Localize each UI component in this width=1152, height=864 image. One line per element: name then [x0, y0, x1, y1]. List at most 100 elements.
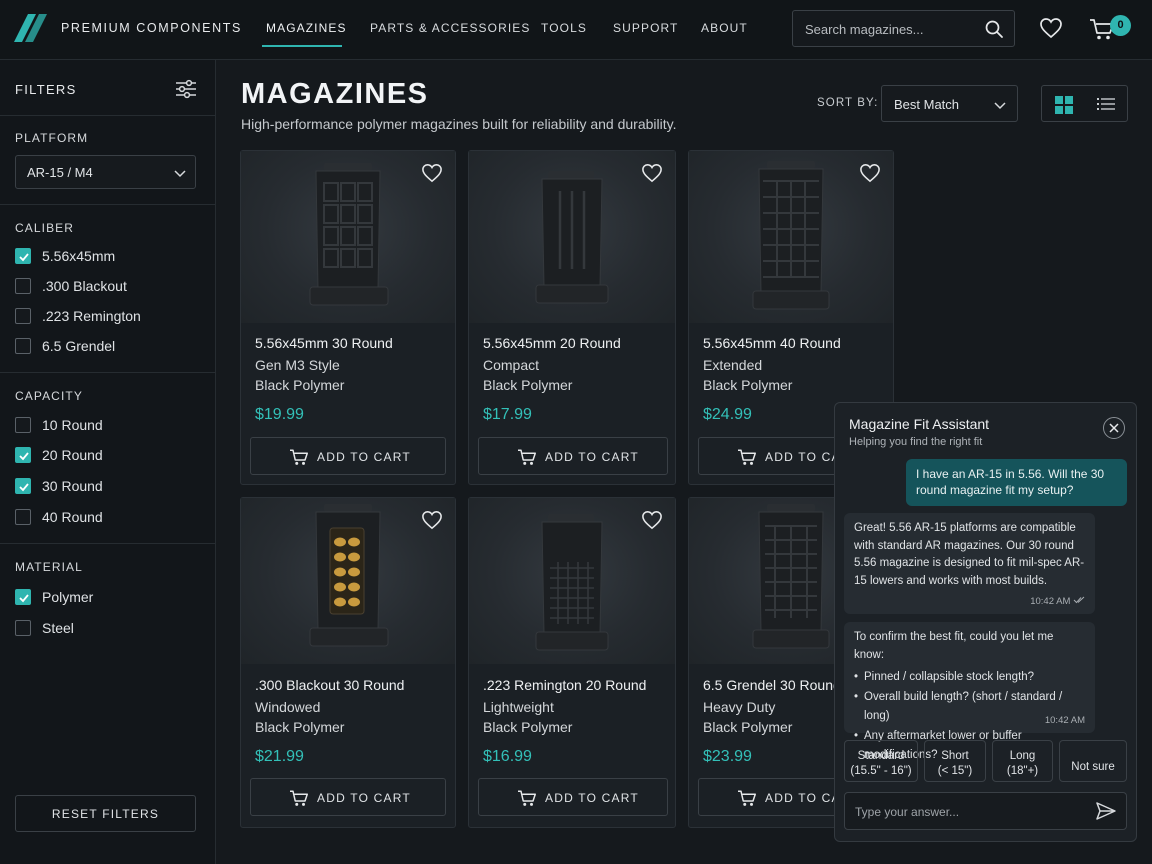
product-card[interactable]: .223 Remington 20 Round Lightweight Blac…: [468, 497, 676, 828]
quick-reply-short[interactable]: Short (< 15"): [924, 740, 986, 782]
fit-assistant-chat-panel: Magazine Fit Assistant Helping you find …: [834, 402, 1137, 842]
checkbox[interactable]: [15, 509, 31, 525]
filter-caliber-300-blackout[interactable]: .300 Blackout: [15, 276, 205, 296]
chevron-down-icon: [994, 102, 1006, 110]
product-image[interactable]: [241, 151, 455, 323]
product-name[interactable]: 5.56x45mm 20 Round: [483, 335, 621, 351]
product-card[interactable]: .300 Blackout 30 Round Windowed Black Po…: [240, 497, 456, 828]
product-material: Black Polymer: [703, 377, 793, 393]
quick-reply-standard[interactable]: Standard (15.5" - 16"): [844, 740, 918, 782]
product-card[interactable]: 5.56x45mm 30 Round Gen M3 Style Black Po…: [240, 150, 456, 485]
add-to-cart-label: ADD TO CART: [317, 791, 411, 805]
send-icon[interactable]: [1096, 802, 1116, 820]
filter-material-steel[interactable]: Steel: [15, 618, 205, 638]
sort-select[interactable]: Best Match: [881, 85, 1018, 122]
product-name[interactable]: 5.56x45mm 30 Round: [255, 335, 393, 351]
checkbox[interactable]: [15, 338, 31, 354]
material-heading: MATERIAL: [15, 560, 83, 574]
page-subtitle: High-performance polymer magazines built…: [241, 116, 677, 132]
divider: [0, 372, 215, 373]
product-name[interactable]: 5.56x45mm 40 Round: [703, 335, 841, 351]
product-name[interactable]: 6.5 Grendel 30 Round: [703, 677, 841, 693]
product-image[interactable]: [469, 498, 675, 664]
checkbox[interactable]: [15, 620, 31, 636]
checkbox[interactable]: [15, 417, 31, 433]
checkbox-checked[interactable]: [15, 447, 31, 463]
nav-about[interactable]: ABOUT: [701, 21, 748, 35]
product-variant: Extended: [703, 357, 763, 373]
filter-caliber-223-remington[interactable]: .223 Remington: [15, 306, 205, 326]
product-price: $17.99: [483, 406, 532, 423]
favorite-heart-icon[interactable]: [641, 510, 663, 530]
caliber-heading: CALIBER: [15, 221, 75, 235]
close-icon: [1109, 423, 1119, 433]
filter-caliber-6-5-grendel[interactable]: 6.5 Grendel: [15, 336, 205, 356]
wishlist-heart-icon[interactable]: [1039, 17, 1063, 39]
chevron-down-icon: [174, 170, 186, 178]
product-material: Black Polymer: [483, 719, 573, 735]
cart-icon: [518, 449, 536, 465]
quick-reply-not-sure[interactable]: Not sure: [1059, 740, 1127, 782]
favorite-heart-icon[interactable]: [859, 163, 881, 183]
brand-logo-icon[interactable]: [14, 14, 48, 42]
favorite-heart-icon[interactable]: [421, 510, 443, 530]
magazine-image-icon: [752, 161, 830, 310]
assistant-message-text: To confirm the best fit, could you let m…: [854, 631, 1054, 661]
cart-icon: [738, 790, 756, 806]
nav-support[interactable]: SUPPORT: [613, 21, 679, 35]
nav-magazines[interactable]: MAGAZINES: [266, 21, 347, 35]
product-image[interactable]: [241, 498, 455, 664]
search-icon[interactable]: [984, 19, 1004, 39]
user-message: I have an AR-15 in 5.56. Will the 30 rou…: [906, 459, 1127, 506]
cart-icon: [290, 790, 308, 806]
chat-input-box: [844, 792, 1127, 830]
filter-settings-icon[interactable]: [175, 79, 197, 99]
product-image[interactable]: [689, 151, 893, 323]
product-name[interactable]: .300 Blackout 30 Round: [255, 677, 404, 693]
quick-reply-long[interactable]: Long (18"+): [992, 740, 1053, 782]
brand-name[interactable]: PREMIUM COMPONENTS: [61, 21, 242, 35]
add-to-cart-button[interactable]: ADD TO CART: [250, 778, 446, 816]
cart-icon: [290, 449, 308, 465]
checkbox[interactable]: [15, 308, 31, 324]
filter-material-polymer[interactable]: Polymer: [15, 587, 205, 607]
filter-caliber-5-56[interactable]: 5.56x45mm: [15, 246, 205, 266]
nav-tools[interactable]: TOOLS: [541, 21, 587, 35]
search-input[interactable]: [805, 20, 975, 38]
product-image[interactable]: [469, 151, 675, 323]
product-material: Black Polymer: [255, 719, 345, 735]
view-toggle: [1041, 85, 1128, 122]
platform-selected-value: AR-15 / M4: [27, 165, 93, 180]
checkbox-checked[interactable]: [15, 478, 31, 494]
favorite-heart-icon[interactable]: [641, 163, 663, 183]
product-name[interactable]: .223 Remington 20 Round: [483, 677, 646, 693]
checkbox[interactable]: [15, 278, 31, 294]
product-material: Black Polymer: [255, 377, 345, 393]
magazine-image-icon: [752, 504, 830, 649]
checkbox-checked[interactable]: [15, 589, 31, 605]
nav-parts-accessories[interactable]: PARTS & ACCESSORIES: [370, 21, 531, 35]
platform-select[interactable]: AR-15 / M4: [15, 155, 196, 189]
filter-capacity-20[interactable]: 20 Round: [15, 445, 205, 465]
reset-filters-button[interactable]: RESET FILTERS: [15, 795, 196, 832]
add-to-cart-button[interactable]: ADD TO CART: [478, 778, 668, 816]
filter-capacity-30[interactable]: 30 Round: [15, 476, 205, 496]
chat-answer-input[interactable]: [855, 803, 1085, 821]
checkbox-checked[interactable]: [15, 248, 31, 264]
filter-capacity-40[interactable]: 40 Round: [15, 507, 205, 527]
product-price: $16.99: [483, 748, 532, 765]
list-view-icon[interactable]: [1097, 96, 1115, 112]
product-variant: Heavy Duty: [703, 699, 776, 715]
sort-selected-value: Best Match: [894, 97, 960, 112]
magazine-image-icon: [535, 171, 609, 304]
add-to-cart-button[interactable]: ADD TO CART: [478, 437, 668, 475]
grid-view-icon[interactable]: [1055, 96, 1073, 114]
product-card[interactable]: 5.56x45mm 20 Round Compact Black Polymer…: [468, 150, 676, 485]
filters-title: FILTERS: [15, 82, 77, 97]
favorite-heart-icon[interactable]: [421, 163, 443, 183]
chat-close-button[interactable]: [1103, 417, 1125, 439]
product-variant: Windowed: [255, 699, 321, 715]
magazine-image-icon: [535, 514, 609, 651]
add-to-cart-button[interactable]: ADD TO CART: [250, 437, 446, 475]
filter-capacity-10[interactable]: 10 Round: [15, 415, 205, 435]
